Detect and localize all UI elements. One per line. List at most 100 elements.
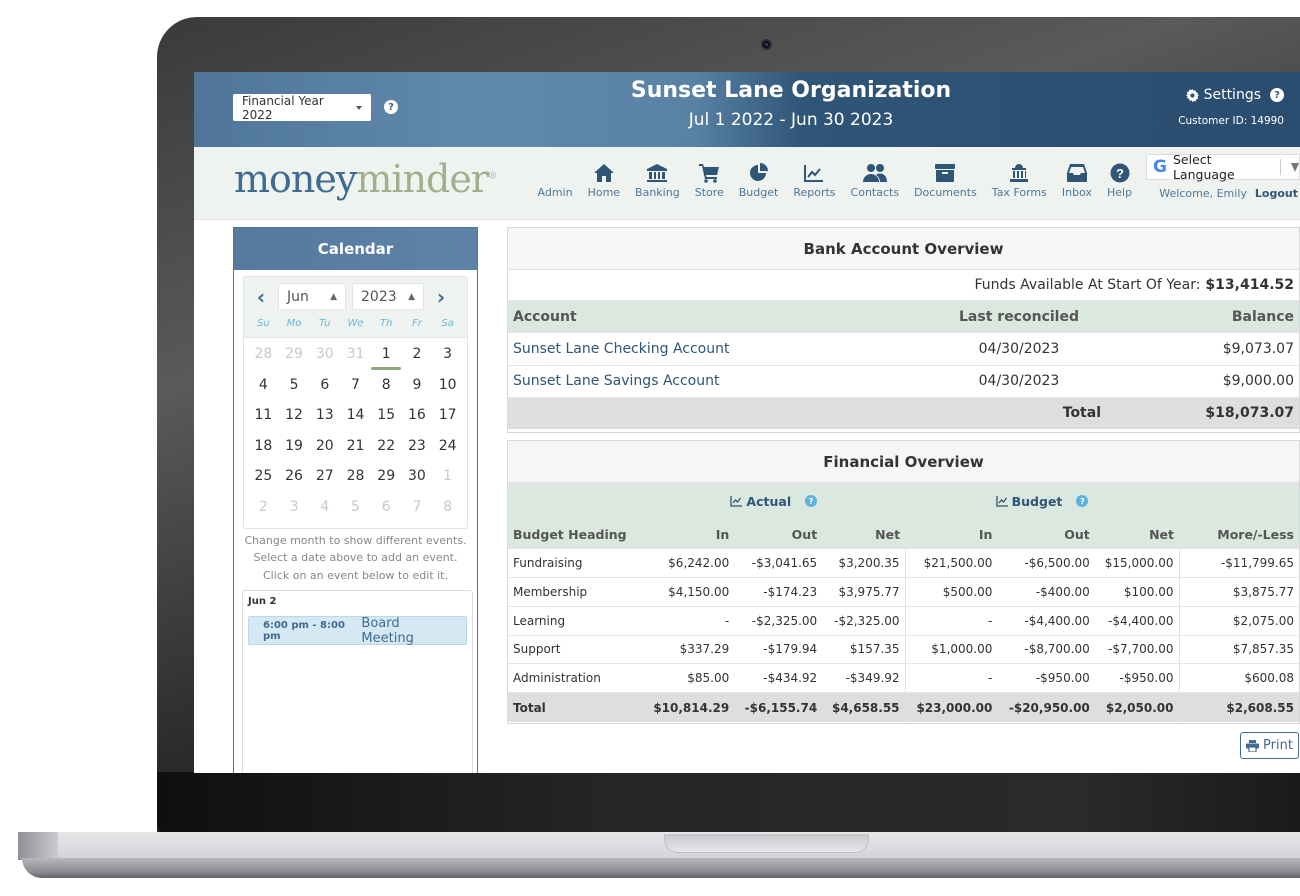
nav-item-contacts[interactable]: Contacts xyxy=(843,159,907,199)
nav-item-reports[interactable]: Reports xyxy=(786,159,843,199)
amount-cell: $3,200.35 xyxy=(822,549,906,579)
calendar-day[interactable]: 7 xyxy=(340,373,371,404)
calendar-day[interactable]: 28 xyxy=(248,342,279,373)
calendar-day[interactable]: 29 xyxy=(279,342,310,373)
calendar-day[interactable]: 15 xyxy=(371,403,402,434)
calendar-day[interactable]: 26 xyxy=(279,464,310,495)
nav-label: Documents xyxy=(914,186,977,199)
amount-cell: $23,000.00 xyxy=(904,692,998,723)
month-select[interactable]: Jun ▲︎ xyxy=(278,283,346,310)
budget-label: Budget xyxy=(1011,493,1063,509)
calendar-day[interactable]: 23 xyxy=(402,434,433,465)
calendar-day[interactable]: 4 xyxy=(248,373,279,404)
calendar-day[interactable]: 4 xyxy=(309,495,340,526)
calendar-day[interactable]: 9 xyxy=(402,373,433,404)
top-bar: Financial Year 2022 ? Sunset Lane Organi… xyxy=(194,72,1300,147)
line-chart-icon xyxy=(995,495,1008,507)
calendar-day[interactable]: 6 xyxy=(309,373,340,404)
calendar-day[interactable]: 17 xyxy=(432,403,463,434)
calendar-day[interactable]: 2 xyxy=(248,495,279,526)
language-select[interactable]: G Select Language xyxy=(1146,152,1300,182)
calendar-day[interactable]: 22 xyxy=(371,434,402,465)
calendar-day[interactable]: 8 xyxy=(432,495,463,526)
calendar-day[interactable]: 28 xyxy=(340,464,371,495)
table-header: Budget Heading In Out Net In Out Net More/-Less xyxy=(508,520,1299,549)
calendar-day[interactable]: 10 xyxy=(432,373,463,404)
settings-link[interactable]: Settings ? xyxy=(1185,87,1284,103)
next-month-button[interactable]: › xyxy=(430,285,452,309)
logout-link[interactable]: Logout xyxy=(1255,187,1298,200)
amount-cell: $4,658.55 xyxy=(822,692,906,723)
event-list: Jun 2 6:00 pm - 8:00 pm Board Meeting xyxy=(242,590,473,773)
calendar-day[interactable]: 18 xyxy=(248,434,279,465)
customer-id: Customer ID: 14990 xyxy=(1178,115,1284,127)
nav-item-home[interactable]: Home xyxy=(580,159,627,199)
account-link[interactable]: Sunset Lane Checking Account xyxy=(513,341,730,357)
calendar-day[interactable]: 21 xyxy=(340,434,371,465)
amount-cell: $600.08 xyxy=(1178,663,1299,693)
event-item[interactable]: 6:00 pm - 8:00 pm Board Meeting xyxy=(248,616,467,646)
calendar-day[interactable]: 30 xyxy=(402,464,433,495)
calendar-day[interactable]: 3 xyxy=(279,495,310,526)
amount-cell: -$8,700.00 xyxy=(997,635,1095,665)
calendar-day[interactable]: 30 xyxy=(309,342,340,373)
calendar-day[interactable]: 11 xyxy=(248,403,279,434)
line-chart-icon xyxy=(804,165,824,182)
nav-item-documents[interactable]: Documents xyxy=(907,159,985,199)
amount-cell: $2,050.00 xyxy=(1094,692,1179,723)
amount-cell: -$6,500.00 xyxy=(997,549,1095,579)
calendar-day[interactable]: 5 xyxy=(279,373,310,404)
laptop-notch xyxy=(664,834,869,853)
calendar-day[interactable]: 19 xyxy=(279,434,310,465)
table-row: Fundraising $6,242.00 -$3,041.65 $3,200.35 $… xyxy=(508,549,1299,579)
total-value: $18,073.07 xyxy=(1129,397,1299,429)
calendar-day[interactable]: 12 xyxy=(279,403,310,434)
moneyminder-logo[interactable]: moneyminder® xyxy=(234,157,497,201)
column-header: Account xyxy=(508,300,909,333)
print-button[interactable]: Print xyxy=(1240,732,1299,759)
calendar-day[interactable]: 31 xyxy=(340,342,371,373)
calendar-day-today[interactable]: 1 xyxy=(371,342,402,373)
help-icon[interactable]: ? xyxy=(1076,495,1089,507)
column-header: Net xyxy=(822,520,906,549)
calendar-day[interactable]: 5 xyxy=(340,495,371,526)
nav-item-tax-forms[interactable]: Tax Forms xyxy=(984,159,1054,199)
calendar-day[interactable]: 8 xyxy=(371,373,402,404)
amount-cell: -$2,325.00 xyxy=(734,606,823,636)
help-icon[interactable]: ? xyxy=(1270,88,1284,102)
calendar-day[interactable]: 25 xyxy=(248,464,279,495)
calendar-day[interactable]: 16 xyxy=(402,403,433,434)
nav-item-store[interactable]: Store xyxy=(687,159,731,199)
nav-item-admin[interactable]: Admin xyxy=(530,159,580,199)
nav-item-budget[interactable]: Budget xyxy=(731,159,786,199)
help-icon[interactable]: ? xyxy=(805,495,818,507)
calendar-day[interactable]: 7 xyxy=(402,495,433,526)
nav-item-inbox[interactable]: Inbox xyxy=(1054,159,1099,199)
financial-year-select[interactable]: Financial Year 2022 xyxy=(233,94,371,122)
amount-cell: - xyxy=(642,606,735,636)
calendar-day[interactable]: 3 xyxy=(432,342,463,373)
calendar-day[interactable]: 1 xyxy=(432,464,463,495)
calendar-day[interactable]: 14 xyxy=(340,403,371,434)
calendar-day[interactable]: 27 xyxy=(309,464,340,495)
calendar-day[interactable]: 13 xyxy=(309,403,340,434)
budget-heading: Total xyxy=(508,692,643,723)
financial-table: Actual? Budget? Budget Heading In Out Net In… xyxy=(508,483,1299,723)
budget-heading: Support xyxy=(508,635,643,665)
calendar-day[interactable]: 24 xyxy=(432,434,463,465)
laptop-bezel-bottom xyxy=(157,772,1300,837)
svg-text:?: ? xyxy=(1116,166,1124,181)
account-link[interactable]: Sunset Lane Savings Account xyxy=(513,373,719,389)
amount-cell: - xyxy=(904,606,998,636)
nav-item-banking[interactable]: Banking xyxy=(628,159,688,199)
calendar-day[interactable]: 20 xyxy=(309,434,340,465)
year-select[interactable]: 2023 ▲︎ xyxy=(352,283,424,310)
amount-cell: $21,500.00 xyxy=(904,549,998,579)
nav-item-help[interactable]: ? Help xyxy=(1100,159,1140,199)
help-icon[interactable]: ? xyxy=(384,100,398,114)
prev-month-button[interactable]: ‹ xyxy=(250,285,272,309)
calendar-day[interactable]: 6 xyxy=(371,495,402,526)
calendar-day[interactable]: 29 xyxy=(371,464,402,495)
calendar-day[interactable]: 2 xyxy=(402,342,433,373)
archive-icon xyxy=(935,164,956,182)
